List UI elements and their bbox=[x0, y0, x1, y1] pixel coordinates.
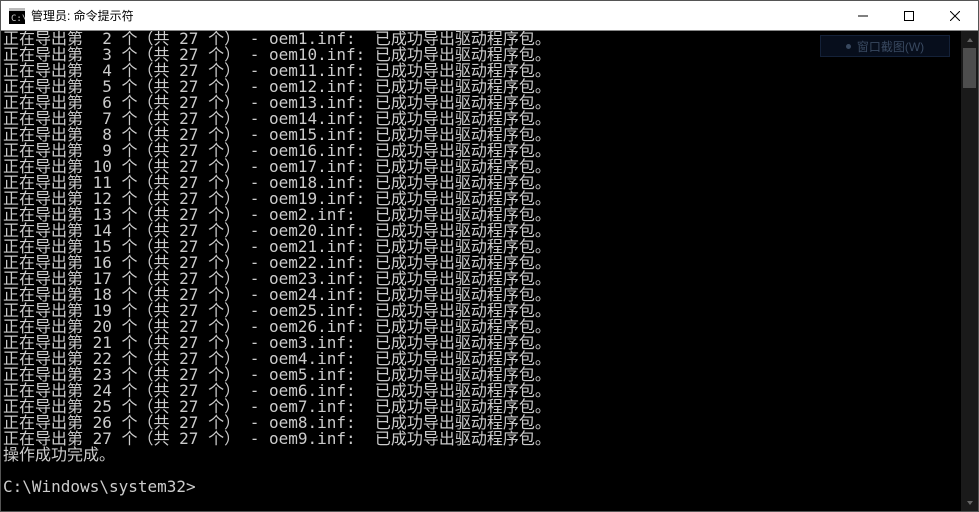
cmd-icon: C:\ bbox=[9, 8, 25, 24]
vertical-scrollbar[interactable] bbox=[961, 31, 978, 511]
window-title: 管理员: 命令提示符 bbox=[31, 7, 134, 24]
scroll-down-button[interactable] bbox=[961, 494, 978, 511]
client-area: 正在导出第 2 个（共 27 个） - oem1.inf: 已成功导出驱动程序包… bbox=[1, 31, 978, 511]
console-line: C:\Windows\system32> bbox=[3, 479, 961, 495]
console-line: 正在导出第 27 个（共 27 个） - oem9.inf: 已成功导出驱动程序… bbox=[3, 431, 961, 447]
screenshot-overlay-label: 窗口截图(W) bbox=[857, 38, 924, 55]
maximize-button[interactable] bbox=[886, 1, 932, 30]
close-button[interactable] bbox=[932, 1, 978, 30]
scroll-thumb[interactable] bbox=[963, 48, 976, 88]
scroll-up-button[interactable] bbox=[961, 31, 978, 48]
svg-text:C:\: C:\ bbox=[11, 14, 25, 24]
window-controls bbox=[840, 1, 978, 30]
dot-icon bbox=[846, 44, 851, 49]
minimize-button[interactable] bbox=[840, 1, 886, 30]
titlebar[interactable]: C:\ 管理员: 命令提示符 bbox=[1, 1, 978, 31]
console-output[interactable]: 正在导出第 2 个（共 27 个） - oem1.inf: 已成功导出驱动程序包… bbox=[1, 31, 961, 511]
console-line: 操作成功完成。 bbox=[3, 447, 961, 463]
screenshot-overlay-button[interactable]: 窗口截图(W) bbox=[820, 35, 950, 57]
command-prompt-window: C:\ 管理员: 命令提示符 正在导出第 2 个（共 27 个） - oem1.… bbox=[0, 0, 979, 512]
scroll-track[interactable] bbox=[961, 48, 978, 494]
